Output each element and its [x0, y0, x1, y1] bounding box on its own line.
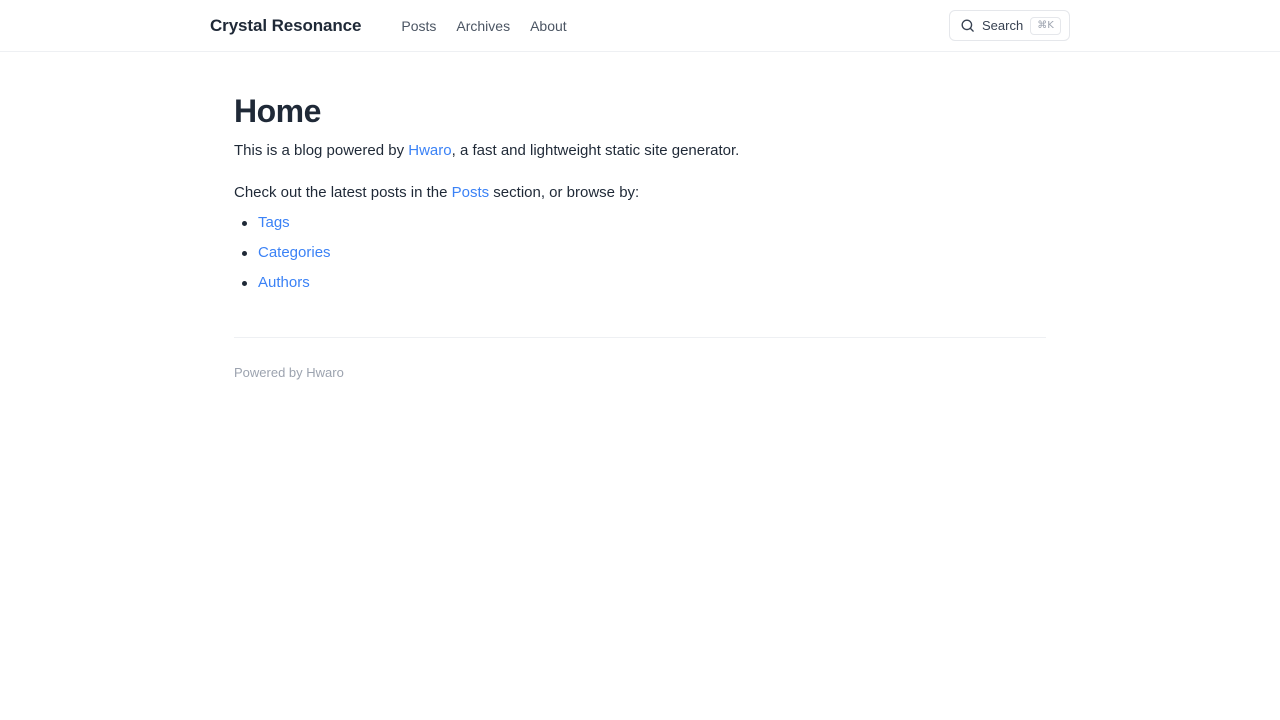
hwaro-link[interactable]: Hwaro: [408, 142, 451, 159]
main-nav: Posts Archives About: [401, 18, 566, 34]
list-item: Categories: [242, 242, 1046, 264]
footer-text: Powered by Hwaro: [234, 365, 344, 380]
header-inner: Crystal Resonance Posts Archives About S…: [210, 0, 1070, 51]
search-button[interactable]: Search ⌘K: [949, 10, 1070, 41]
browse-text-before: Check out the latest posts in the: [234, 184, 452, 201]
intro-text-after: , a fast and lightweight static site gen…: [451, 142, 740, 159]
browse-list: Tags Categories Authors: [234, 212, 1046, 294]
site-title-link[interactable]: Crystal Resonance: [210, 16, 361, 36]
intro-paragraph: This is a blog powered by Hwaro, a fast …: [234, 140, 1046, 162]
page-title: Home: [234, 93, 321, 129]
list-item: Authors: [242, 272, 1046, 294]
nav-link-about[interactable]: About: [530, 18, 567, 34]
nav-link-archives[interactable]: Archives: [456, 18, 510, 34]
footer-divider: [234, 337, 1046, 338]
authors-link[interactable]: Authors: [258, 274, 310, 291]
intro-text-before: This is a blog powered by: [234, 142, 409, 159]
categories-link[interactable]: Categories: [258, 244, 331, 261]
search-icon: [960, 18, 975, 34]
browse-text-after: section, or browse by:: [489, 184, 640, 201]
list-bullet: [242, 251, 247, 256]
nav-link-posts[interactable]: Posts: [401, 18, 436, 34]
main-content: Home This is a blog powered by Hwaro, a …: [234, 52, 1046, 381]
list-bullet: [242, 281, 247, 286]
search-label: Search: [982, 18, 1024, 33]
list-bullet: [242, 221, 247, 226]
browse-paragraph: Check out the latest posts in the Posts …: [234, 182, 1046, 204]
search-shortcut-hint: ⌘K: [1030, 16, 1061, 35]
site-header: Crystal Resonance Posts Archives About S…: [0, 0, 1280, 52]
tags-link[interactable]: Tags: [258, 214, 290, 231]
list-item: Tags: [242, 212, 1046, 234]
posts-link[interactable]: Posts: [452, 184, 490, 201]
